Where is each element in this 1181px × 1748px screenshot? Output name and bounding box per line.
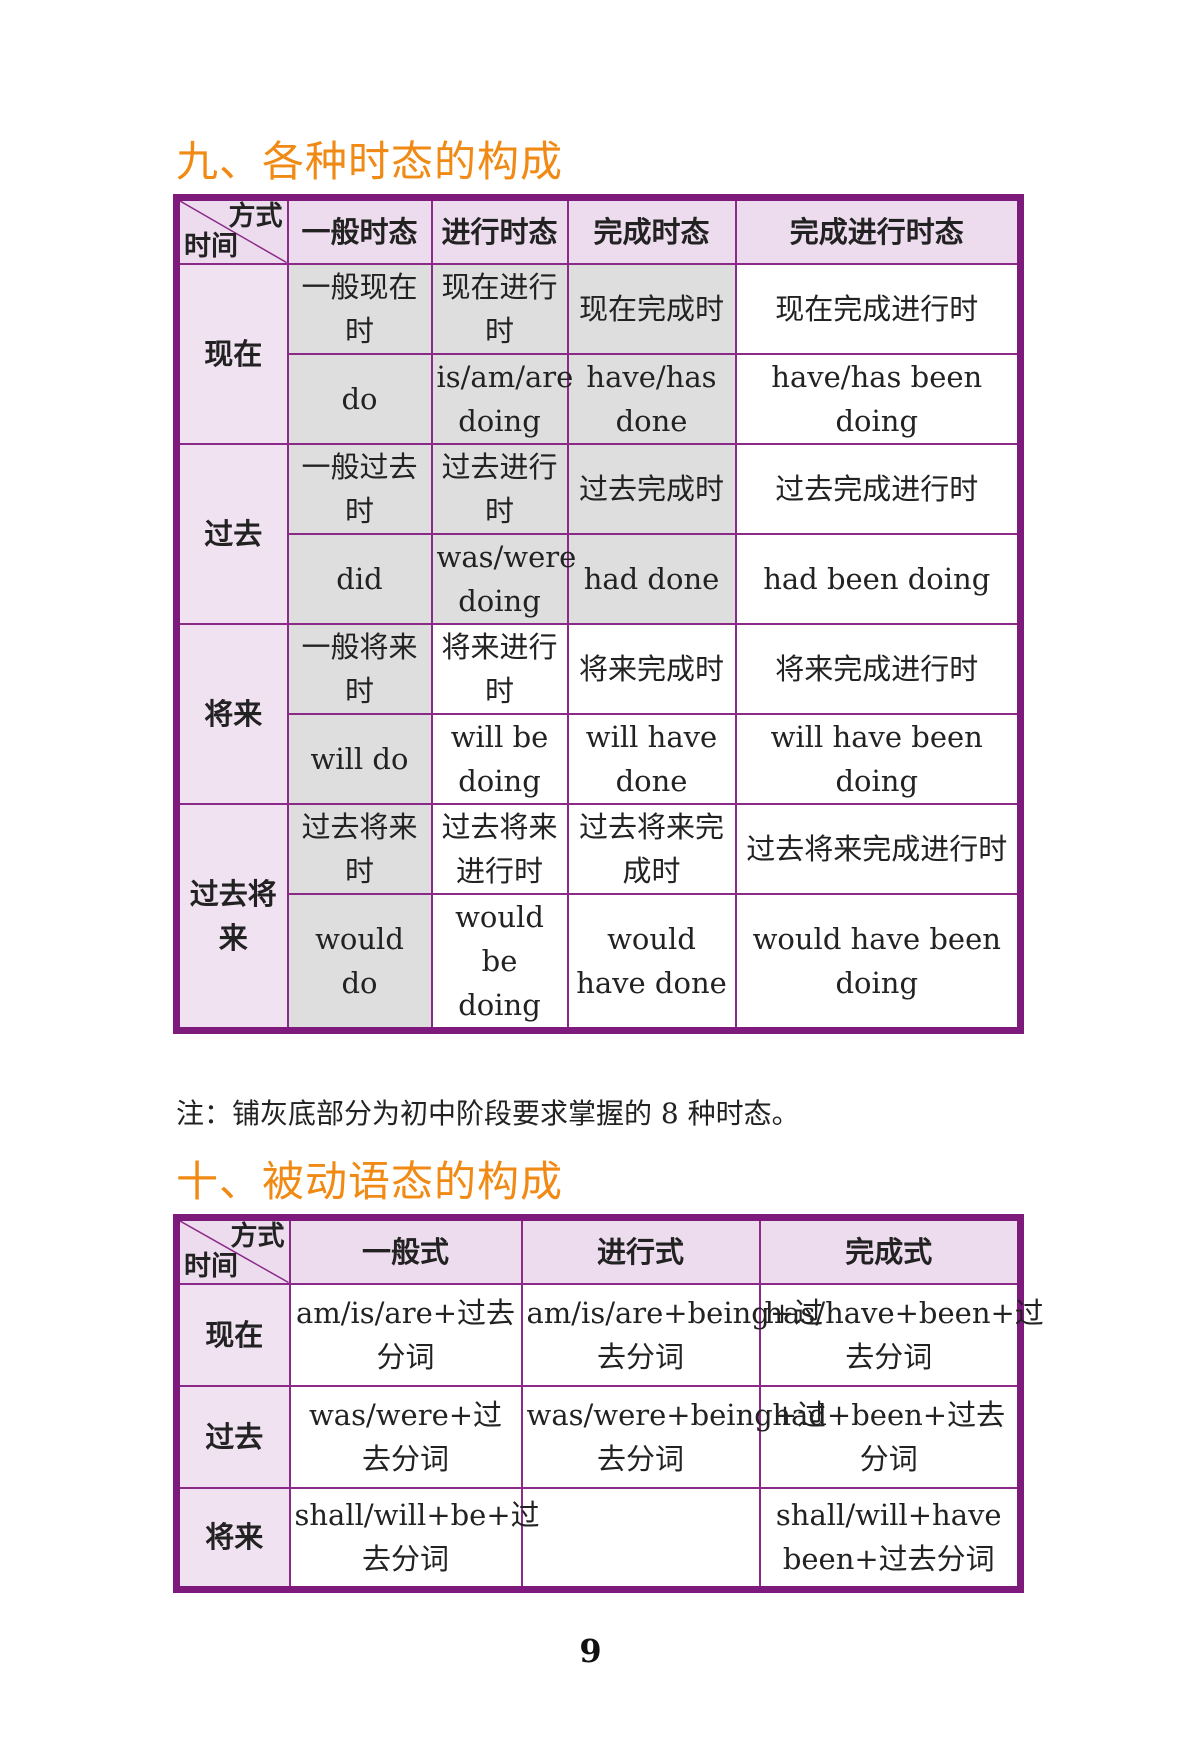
tense-form-cell: will be doing xyxy=(430,712,569,805)
passive-form-cell: had+been+过去分词 xyxy=(758,1384,1022,1489)
passive-form-cell: was/were+过去分词 xyxy=(288,1384,523,1489)
table-row: 过去 was/were+过去分词 was/were+being+过去分词 had… xyxy=(175,1384,1022,1489)
table-row: 现在 am/is/are+过去分词 am/is/are+being+过去分词 h… xyxy=(175,1282,1044,1387)
table-row: will do will be doing will have done wil… xyxy=(177,712,1022,805)
corner-cell: 方式 时间 xyxy=(175,1216,291,1285)
passive-form-cell: has/have+been+过去分词 xyxy=(758,1282,1044,1387)
row-label-present: 现在 xyxy=(175,1282,291,1387)
tense-form-cell: had been doing xyxy=(734,532,1022,625)
tense-form-cell: will do xyxy=(286,712,433,805)
table-note: 注：铺灰底部分为初中阶段要求掌握的 8 种时态。 xyxy=(176,1097,800,1130)
table-row: 现在 一般现在时 现在进行时 现在完成时 现在完成进行时 xyxy=(175,262,1022,445)
row-label-future: 将来 xyxy=(175,622,289,805)
passive-voice-table: 方式 时间 一般式 进行式 完成式 现在 am/is/are+过去分词 am/i… xyxy=(173,1214,1044,1593)
table-row: 将来 shall/will+be+过去分词 shall/will+have be… xyxy=(175,1486,1022,1591)
tense-name-cell: 过去将来进行时 xyxy=(430,802,569,895)
tense-name-cell: 现在进行时 xyxy=(430,262,569,355)
passive-form-cell: shall/will+be+过去分词 xyxy=(288,1486,540,1591)
tense-name-cell: 过去完成进行时 xyxy=(734,442,1022,535)
header-progressive: 进行时态 xyxy=(430,196,569,265)
tense-name-cell: 现在完成进行时 xyxy=(734,262,1022,355)
header-progressive-form: 进行式 xyxy=(520,1216,761,1285)
row-label-present: 现在 xyxy=(175,262,289,445)
tense-name-cell: 将来完成时 xyxy=(566,622,737,715)
tense-form-cell: will have been doing xyxy=(734,712,1022,805)
table-row: did was/were doing had done had been doi… xyxy=(177,532,1022,625)
tense-form-cell: had done xyxy=(566,532,737,625)
table-row: do is/am/are doing have/has done have/ha… xyxy=(177,352,1022,445)
tense-name-cell: 将来完成进行时 xyxy=(734,622,1022,715)
section-title-passive: 十、被动语态的构成 xyxy=(176,1157,564,1206)
passive-header-row: 方式 时间 一般式 进行式 完成式 xyxy=(175,1216,1022,1285)
tense-form-cell: do xyxy=(286,352,433,445)
page-number: 9 xyxy=(579,1632,602,1670)
tense-form-cell: did xyxy=(286,532,433,625)
tense-header-row: 方式 时间 一般时态 进行时态 完成时态 完成进行时态 xyxy=(175,196,1022,265)
header-perfect-progressive: 完成进行时态 xyxy=(734,196,1022,265)
header-simple-form: 一般式 xyxy=(288,1216,523,1285)
tense-name-cell: 一般过去时 xyxy=(286,442,433,535)
tense-form-cell: is/am/are doing xyxy=(430,352,573,445)
tense-name-cell: 过去将来完成时 xyxy=(566,802,737,895)
corner-label-method: 方式 xyxy=(230,1221,285,1252)
tense-name-cell: 过去进行时 xyxy=(430,442,569,535)
tense-form-cell: would do xyxy=(286,892,433,1031)
passive-form-cell: was/were+being+过去分词 xyxy=(520,1384,826,1489)
tense-form-cell: will have done xyxy=(566,712,737,805)
table-row: 过去 一般过去时 过去进行时 过去完成时 过去完成进行时 xyxy=(175,442,1022,625)
header-simple: 一般时态 xyxy=(286,196,433,265)
tense-form-cell: was/were doing xyxy=(430,532,576,625)
tense-name-cell: 过去将来完成进行时 xyxy=(734,802,1022,895)
table-row: 将来 一般将来时 将来进行时 将来完成时 将来完成进行时 xyxy=(175,622,1022,805)
tense-table: 方式 时间 一般时态 进行时态 完成时态 完成进行时态 现在 一般现在时 现在进… xyxy=(173,194,1024,1034)
row-label-future-in-past: 过去将来 xyxy=(175,802,289,1031)
passive-form-cell xyxy=(520,1486,761,1591)
tense-name-cell: 现在完成时 xyxy=(566,262,737,355)
row-label-past: 过去 xyxy=(175,442,289,625)
tense-name-cell: 过去完成时 xyxy=(566,442,737,535)
section-title-tense: 九、各种时态的构成 xyxy=(176,137,564,186)
tense-name-cell: 一般将来时 xyxy=(286,622,433,715)
tense-form-cell: have/has done xyxy=(566,352,737,445)
tense-name-cell: 过去将来时 xyxy=(286,802,433,895)
corner-label-time: 时间 xyxy=(184,1250,238,1282)
row-label-past: 过去 xyxy=(175,1384,291,1489)
corner-label-method: 方式 xyxy=(228,201,283,232)
corner-cell: 方式 时间 xyxy=(175,196,289,265)
tense-name-cell: 将来进行时 xyxy=(430,622,569,715)
tense-form-cell: would have been doing xyxy=(734,892,1022,1031)
tense-name-cell: 一般现在时 xyxy=(286,262,433,355)
tense-form-cell: would have done xyxy=(566,892,737,1031)
header-perfect-form: 完成式 xyxy=(758,1216,1022,1285)
table-row: would do would be doing would have done … xyxy=(177,892,1022,1031)
passive-form-cell: am/is/are+being+过去分词 xyxy=(520,1282,823,1387)
tense-form-cell: have/has been doing xyxy=(734,352,1022,445)
passive-form-cell: am/is/are+过去分词 xyxy=(288,1282,523,1387)
corner-label-time: 时间 xyxy=(184,230,238,262)
table-row: 过去将来 过去将来时 过去将来进行时 过去将来完成时 过去将来完成进行时 xyxy=(175,802,1022,1031)
tense-form-cell: would be doing xyxy=(430,892,569,1031)
header-perfect: 完成时态 xyxy=(566,196,737,265)
row-label-future: 将来 xyxy=(175,1486,291,1591)
passive-form-cell: shall/will+have been+过去分词 xyxy=(758,1486,1022,1591)
